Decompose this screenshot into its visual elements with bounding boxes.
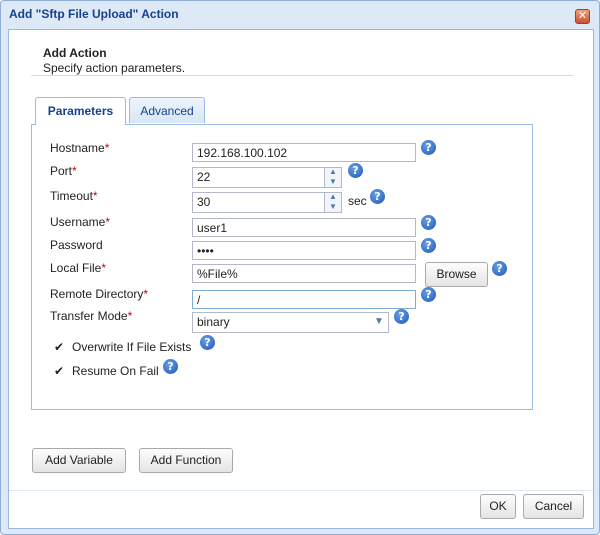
port-stepper[interactable]: 22 ▲ ▼ [192,167,342,188]
help-icon[interactable]: ? [421,238,436,253]
overwrite-label: Overwrite If File Exists [72,340,192,354]
help-icon[interactable]: ? [163,359,178,374]
header-subtitle: Specify action parameters. [43,61,186,75]
username-label: Username* [50,215,111,229]
browse-button[interactable]: Browse [425,262,488,287]
help-icon[interactable]: ? [421,287,436,302]
port-value: 22 [197,170,211,184]
close-icon[interactable]: ✕ [575,9,590,24]
dialog-window: Add "Sftp File Upload" Action ✕ Add Acti… [0,0,600,535]
cancel-button[interactable]: Cancel [523,494,584,519]
remote-directory-label: Remote Directory* [50,287,149,301]
header-title: Add Action [43,46,107,60]
chevron-down-icon[interactable]: ▼ [325,177,341,188]
local-file-field[interactable]: %File% [192,264,416,283]
parameters-panel: Hostname* 192.168.100.102 ? Port* 22 ▲ ▼ … [31,124,533,410]
help-icon[interactable]: ? [370,189,385,204]
remote-directory-field[interactable]: / [192,290,416,309]
username-field[interactable]: user1 [192,218,416,237]
help-icon[interactable]: ? [492,261,507,276]
footer-divider [9,490,593,491]
port-label: Port* [50,164,77,178]
tab-parameters[interactable]: Parameters [35,97,126,125]
help-icon[interactable]: ? [348,163,363,178]
add-function-button[interactable]: Add Function [139,448,233,473]
chevron-down-icon[interactable]: ▼ [370,313,388,332]
help-icon[interactable]: ? [394,309,409,324]
transfer-mode-label: Transfer Mode* [50,309,133,323]
dialog-title: Add "Sftp File Upload" Action [9,7,179,21]
timeout-value: 30 [197,195,211,209]
password-field[interactable]: •••• [192,241,416,260]
add-variable-button[interactable]: Add Variable [32,448,126,473]
help-icon[interactable]: ? [421,215,436,230]
tab-advanced[interactable]: Advanced [129,97,205,123]
resume-label: Resume On Fail [72,364,159,378]
hostname-label: Hostname* [50,141,110,155]
help-icon[interactable]: ? [421,140,436,155]
help-icon[interactable]: ? [200,335,215,350]
local-file-label: Local File* [50,261,107,275]
dialog-body: Add Action Specify action parameters. Pa… [8,29,594,529]
password-label: Password [50,238,103,252]
timeout-unit: sec [348,194,367,208]
hostname-field[interactable]: 192.168.100.102 [192,143,416,162]
timeout-label: Timeout* [50,189,98,203]
timeout-spinner[interactable]: ▲ ▼ [324,193,341,212]
chevron-down-icon[interactable]: ▼ [325,202,341,213]
header-divider [31,75,573,76]
ok-button[interactable]: OK [480,494,516,519]
overwrite-checkbox[interactable]: ✔ [54,341,67,354]
resume-checkbox[interactable]: ✔ [54,365,67,378]
timeout-stepper[interactable]: 30 ▲ ▼ [192,192,342,213]
transfer-mode-select[interactable]: binary ▼ [192,312,389,333]
port-spinner[interactable]: ▲ ▼ [324,168,341,187]
transfer-mode-value: binary [197,315,230,329]
